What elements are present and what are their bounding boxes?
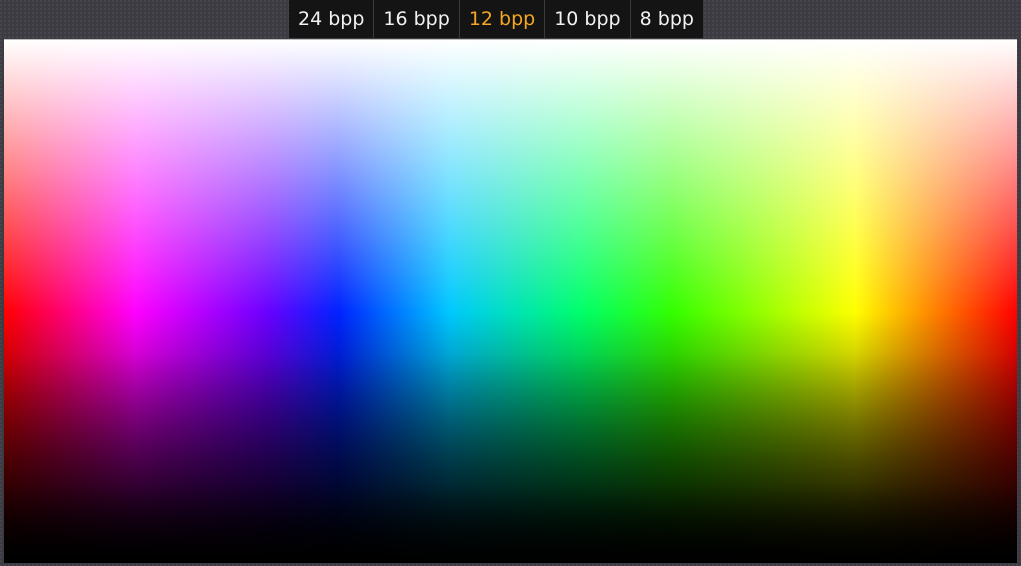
- tab-8bpp[interactable]: 8 bpp: [631, 0, 703, 38]
- color-spectrum-gradient: [4, 40, 1017, 563]
- tab-24bpp[interactable]: 24 bpp: [289, 0, 375, 38]
- color-spectrum-canvas[interactable]: [4, 39, 1017, 563]
- tab-16bpp[interactable]: 16 bpp: [374, 0, 460, 38]
- tab-12bpp[interactable]: 12 bpp: [460, 0, 546, 38]
- app-window: 24 bpp 16 bpp 12 bpp 10 bpp 8 bpp: [0, 0, 1021, 566]
- tab-10bpp[interactable]: 10 bpp: [545, 0, 631, 38]
- bit-depth-toolbar: 24 bpp 16 bpp 12 bpp 10 bpp 8 bpp: [289, 0, 703, 38]
